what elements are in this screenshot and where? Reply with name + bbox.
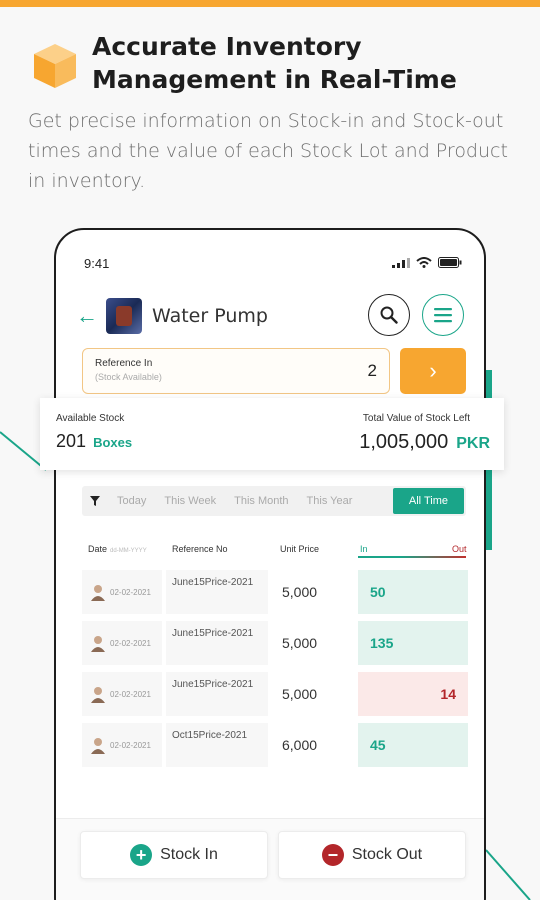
user-avatar-icon [91, 687, 105, 703]
next-button[interactable]: › [400, 348, 466, 394]
table-header: Date dd-MM-YYYY Reference No Unit Price I… [82, 542, 467, 560]
available-stock-unit: Boxes [93, 435, 133, 450]
battery-icon [438, 257, 462, 268]
header-out: Out [452, 544, 467, 554]
promo-subhead: Get precise information on Stock-in and … [28, 110, 508, 192]
row-date: 02-02-2021 [110, 587, 151, 597]
reference-label: Reference In [95, 358, 153, 369]
chevron-right-icon: › [429, 358, 437, 383]
total-value-number: 1,005,000 [359, 431, 449, 453]
filter-tab-this-month[interactable]: This Month [225, 495, 297, 507]
reference-value: 2 [367, 361, 377, 380]
row-reference: Oct15Price-2021 [166, 723, 268, 767]
app-header: ← Water Pump [76, 294, 468, 338]
menu-button[interactable] [422, 294, 464, 336]
row-date: 02-02-2021 [110, 638, 151, 648]
row-date: 02-02-2021 [110, 689, 151, 699]
reference-input[interactable]: Reference In (Stock Available) 2 [82, 348, 390, 394]
row-price: 5,000 [272, 621, 352, 665]
back-arrow-icon[interactable]: ← [76, 305, 98, 327]
product-title: Water Pump [152, 305, 268, 327]
header-price: Unit Price [280, 544, 320, 554]
available-stock-value: 201 Boxes [56, 431, 132, 452]
row-qty-in: 50 [358, 570, 468, 614]
headline-line-2: Management in Real-Time [92, 65, 457, 94]
user-avatar-icon [91, 738, 105, 754]
status-icons [392, 257, 462, 268]
total-value-currency: PKR [456, 435, 490, 452]
product-thumbnail [106, 298, 142, 334]
top-accent-bar [0, 0, 540, 7]
row-qty-in: 135 [358, 621, 468, 665]
row-date-cell: 02-02-2021 [82, 672, 162, 716]
stock-summary-card: Available Stock 201 Boxes Total Value of… [40, 398, 504, 470]
decorative-line-right [485, 849, 531, 900]
available-stock-number: 201 [56, 431, 87, 451]
row-reference: June15Price-2021 [166, 570, 268, 614]
bottom-action-bar: + Stock In − Stock Out [56, 818, 484, 900]
available-stock-label: Available Stock [56, 413, 125, 424]
filter-tab-this-year[interactable]: This Year [298, 495, 362, 507]
filter-tab-this-week[interactable]: This Week [155, 495, 225, 507]
header-reference: Reference No [172, 544, 228, 554]
stock-in-label: Stock In [160, 846, 218, 863]
header-date-format: dd-MM-YYYY [110, 548, 147, 554]
row-qty-in: 45 [358, 723, 468, 767]
row-reference: June15Price-2021 [166, 672, 268, 716]
stock-out-button[interactable]: − Stock Out [278, 831, 466, 879]
box-icon [34, 44, 76, 88]
filter-tab-all-time[interactable]: All Time [392, 488, 464, 514]
row-price: 6,000 [272, 723, 352, 767]
in-out-divider [358, 556, 466, 558]
table-row[interactable]: 02-02-2021 June15Price-2021 5,000 135 [82, 621, 468, 667]
promo-headline: Accurate Inventory Management in Real-Ti… [92, 30, 532, 96]
table-row[interactable]: 02-02-2021 June15Price-2021 5,000 14 [82, 672, 468, 718]
minus-circle-icon: − [321, 844, 344, 866]
reference-sublabel: (Stock Available) [95, 372, 162, 382]
headline-line-1: Accurate Inventory [92, 32, 362, 61]
row-date-cell: 02-02-2021 [82, 723, 162, 767]
row-price: 5,000 [272, 672, 352, 716]
header-in: In [360, 544, 368, 554]
row-price: 5,000 [272, 570, 352, 614]
row-date-cell: 02-02-2021 [82, 570, 162, 614]
plus-circle-icon: + [130, 844, 153, 866]
row-date-cell: 02-02-2021 [82, 621, 162, 665]
total-value: 1,005,000 PKR [359, 431, 490, 454]
table-row[interactable]: 02-02-2021 Oct15Price-2021 6,000 45 [82, 723, 468, 769]
time-filter-bar: Today This Week This Month This Year All… [82, 486, 466, 516]
user-avatar-icon [91, 636, 105, 652]
signal-icon [392, 257, 410, 268]
header-date: Date dd-MM-YYYY [88, 544, 147, 554]
search-icon [380, 306, 398, 324]
row-date: 02-02-2021 [110, 740, 151, 750]
total-value-label: Total Value of Stock Left [362, 413, 470, 424]
hamburger-icon [434, 308, 452, 323]
row-qty-out: 14 [358, 672, 468, 716]
stock-in-button[interactable]: + Stock In [80, 831, 268, 879]
row-reference: June15Price-2021 [166, 621, 268, 665]
filter-icon[interactable] [82, 496, 108, 506]
table-row[interactable]: 02-02-2021 June15Price-2021 5,000 50 [82, 570, 468, 616]
status-time: 9:41 [84, 256, 110, 271]
phone-frame: 9:41 ← Water Pump Reference In (Stock Av… [54, 228, 486, 900]
wifi-icon [416, 257, 432, 268]
stock-out-label: Stock Out [351, 846, 423, 863]
user-avatar-icon [91, 585, 105, 601]
search-button[interactable] [368, 294, 410, 336]
filter-tab-today[interactable]: Today [108, 495, 155, 507]
